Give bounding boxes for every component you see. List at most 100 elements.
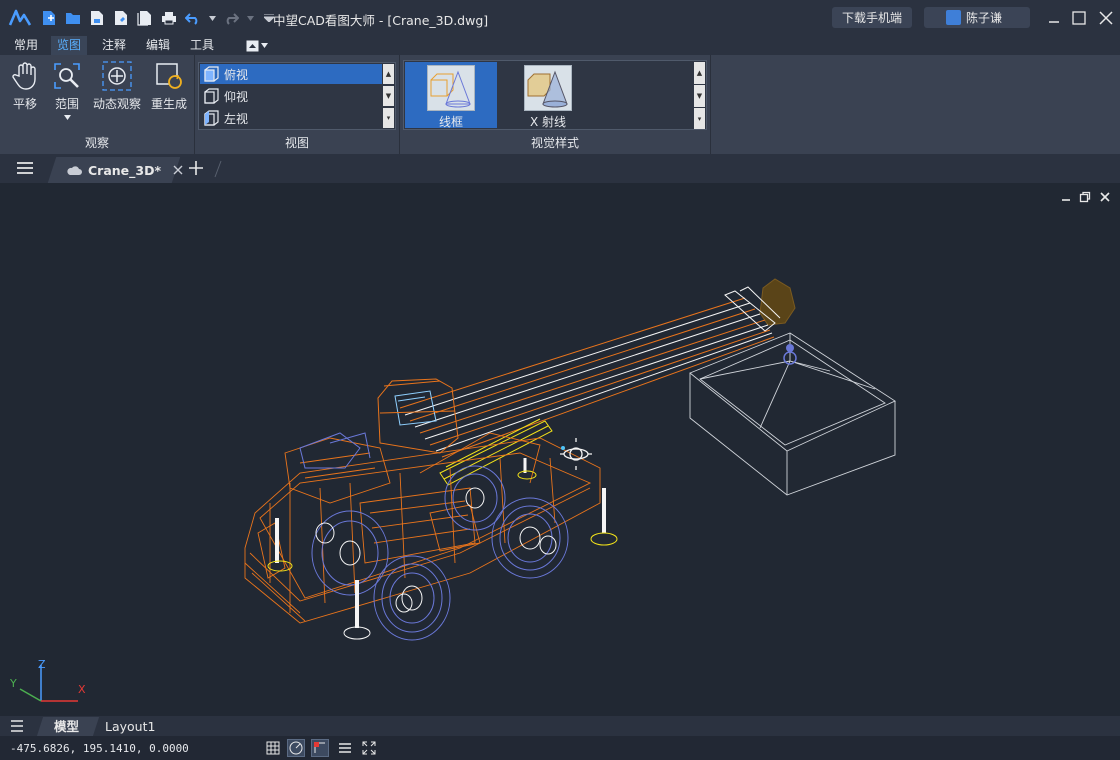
tab-common[interactable]: 常用 xyxy=(8,36,44,55)
tab-model[interactable]: 模型 xyxy=(54,718,79,735)
status-bar: -475.6826, 195.1410, 0.0000 xyxy=(0,736,1120,760)
window-title: 中望CAD看图大师 - [Crane_3D.dwg] xyxy=(273,13,489,28)
crane-model xyxy=(244,278,896,641)
tab-view[interactable]: 览图 xyxy=(51,36,88,55)
regen-button-label: 重生成 xyxy=(150,97,187,111)
snap-icon xyxy=(314,742,325,753)
print-icon[interactable] xyxy=(160,9,178,27)
cloud-icon xyxy=(67,165,82,175)
document-tab[interactable]: Crane_3D* xyxy=(66,157,183,183)
view-item-label: 左视 xyxy=(224,111,249,126)
title-bar: 中望CAD看图大师 - [Crane_3D.dwg] 下载手机端 陈子谦 xyxy=(0,0,1120,36)
lineweight-icon xyxy=(339,743,351,753)
load-box xyxy=(689,332,896,496)
hamburger-menu-icon[interactable] xyxy=(16,161,34,175)
fullscreen-icon xyxy=(362,741,376,755)
panel-divider xyxy=(710,55,711,154)
xray-thumbnail-icon xyxy=(524,65,572,111)
object-snap-toggle[interactable] xyxy=(311,739,329,757)
visual-style-panel-label: 视觉样式 xyxy=(530,136,579,150)
tab-annotate[interactable]: 注释 xyxy=(96,36,132,55)
user-name: 陈子谦 xyxy=(966,11,1003,25)
view-item-bottom[interactable]: 仰视 xyxy=(200,86,382,106)
tab-edit[interactable]: 编辑 xyxy=(140,36,176,55)
lineweight-toggle[interactable] xyxy=(336,739,354,757)
redo-dropdown-icon[interactable] xyxy=(246,9,254,27)
hand-icon xyxy=(10,61,40,91)
extents-dropdown-icon[interactable] xyxy=(63,115,71,120)
minimize-window-icon[interactable] xyxy=(1044,8,1064,28)
orbit-button[interactable]: 动态观察 xyxy=(92,61,142,112)
orbit-cursor-icon xyxy=(560,438,592,470)
view-panel-label: 视图 xyxy=(284,136,309,150)
view-item-left[interactable]: 左视 xyxy=(200,108,382,128)
top-view-icon xyxy=(204,66,219,82)
extents-button[interactable]: 范围 xyxy=(45,61,89,120)
tab-tools[interactable]: 工具 xyxy=(184,36,220,55)
pan-button[interactable]: 平移 xyxy=(3,61,47,112)
redo-icon[interactable] xyxy=(222,9,240,27)
ribbon: 平移 范围 动态观察 重生成 观察 视图 俯视 仰视 左视 ▲ ▼ ▾ 视觉样式… xyxy=(0,55,1120,154)
drawing-canvas[interactable]: Z X Y xyxy=(0,183,1120,716)
regen-button[interactable]: 重生成 xyxy=(147,61,191,112)
menu-tab-bar: 常用 览图 注释 编辑 工具 xyxy=(0,36,1120,55)
chassis xyxy=(244,432,601,624)
app-logo-icon[interactable] xyxy=(8,7,32,29)
save-icon[interactable] xyxy=(88,9,106,27)
tab-layout1[interactable]: Layout1 xyxy=(105,718,155,735)
pan-button-label: 平移 xyxy=(12,97,37,111)
style-list-scroll-up[interactable]: ▲ xyxy=(694,62,705,84)
ribbon-toggle-icon xyxy=(246,40,259,51)
orbit-icon xyxy=(102,61,132,91)
new-tab-icon[interactable] xyxy=(189,161,203,175)
document-tab-label: Crane_3D* xyxy=(88,162,162,178)
download-mobile-button[interactable]: 下载手机端 xyxy=(832,7,912,28)
ribbon-collapse-button[interactable] xyxy=(246,39,272,52)
user-avatar-icon xyxy=(946,10,961,25)
observe-panel-label: 观察 xyxy=(84,136,109,150)
view-item-label: 俯视 xyxy=(224,67,249,82)
view-item-top[interactable]: 俯视 xyxy=(200,64,382,84)
new-file-icon[interactable] xyxy=(40,9,58,27)
ucs-z-label: Z xyxy=(38,658,46,671)
grid-toggle[interactable] xyxy=(264,739,282,757)
style-item-wireframe[interactable]: 线框 xyxy=(405,62,497,129)
cab xyxy=(377,378,459,454)
coordinate-readout: -475.6826, 195.1410, 0.0000 xyxy=(10,742,189,755)
maximize-window-icon[interactable] xyxy=(1069,8,1089,28)
close-tab-icon[interactable] xyxy=(173,165,183,175)
style-item-label: 线框 xyxy=(438,115,463,129)
visual-style-list: 线框 X 射线 ▲ ▼ ▾ xyxy=(403,60,707,130)
undo-icon[interactable] xyxy=(184,9,202,27)
ucs-x-label: X xyxy=(78,683,86,696)
user-account-button[interactable]: 陈子谦 xyxy=(924,7,1030,28)
ucs-y-label: Y xyxy=(10,677,17,690)
zoom-extents-icon xyxy=(52,61,82,91)
left-view-icon xyxy=(204,110,219,126)
tab-separator xyxy=(214,160,222,178)
style-item-xray[interactable]: X 射线 xyxy=(502,62,594,129)
style-list-scroll-down[interactable]: ▼ xyxy=(694,85,705,107)
style-item-label: X 射线 xyxy=(529,115,567,129)
layout-menu-icon[interactable] xyxy=(10,720,24,732)
document-tab-bar: Crane_3D* xyxy=(0,154,1120,183)
close-window-icon[interactable] xyxy=(1096,8,1116,28)
chevron-down-icon xyxy=(261,43,268,48)
quick-access-toolbar xyxy=(40,9,278,27)
batch-save-icon[interactable] xyxy=(136,9,154,27)
extents-button-label: 范围 xyxy=(54,97,79,111)
style-list-expand[interactable]: ▾ xyxy=(694,108,705,129)
bottom-view-icon xyxy=(204,88,219,104)
observe-panel: 平移 范围 动态观察 重生成 观察 xyxy=(0,55,194,154)
fullscreen-toggle[interactable] xyxy=(360,739,378,757)
view-list-expand[interactable]: ▾ xyxy=(383,108,394,128)
polar-icon xyxy=(289,741,303,755)
regen-icon xyxy=(154,61,184,91)
view-list-scroll-down[interactable]: ▼ xyxy=(383,86,394,106)
save-as-icon[interactable] xyxy=(112,9,130,27)
open-folder-icon[interactable] xyxy=(64,9,82,27)
view-list-scroll-up[interactable]: ▲ xyxy=(383,64,394,84)
polar-tracking-toggle[interactable] xyxy=(287,739,305,757)
orbit-button-label: 动态观察 xyxy=(92,97,141,111)
undo-dropdown-icon[interactable] xyxy=(208,9,216,27)
